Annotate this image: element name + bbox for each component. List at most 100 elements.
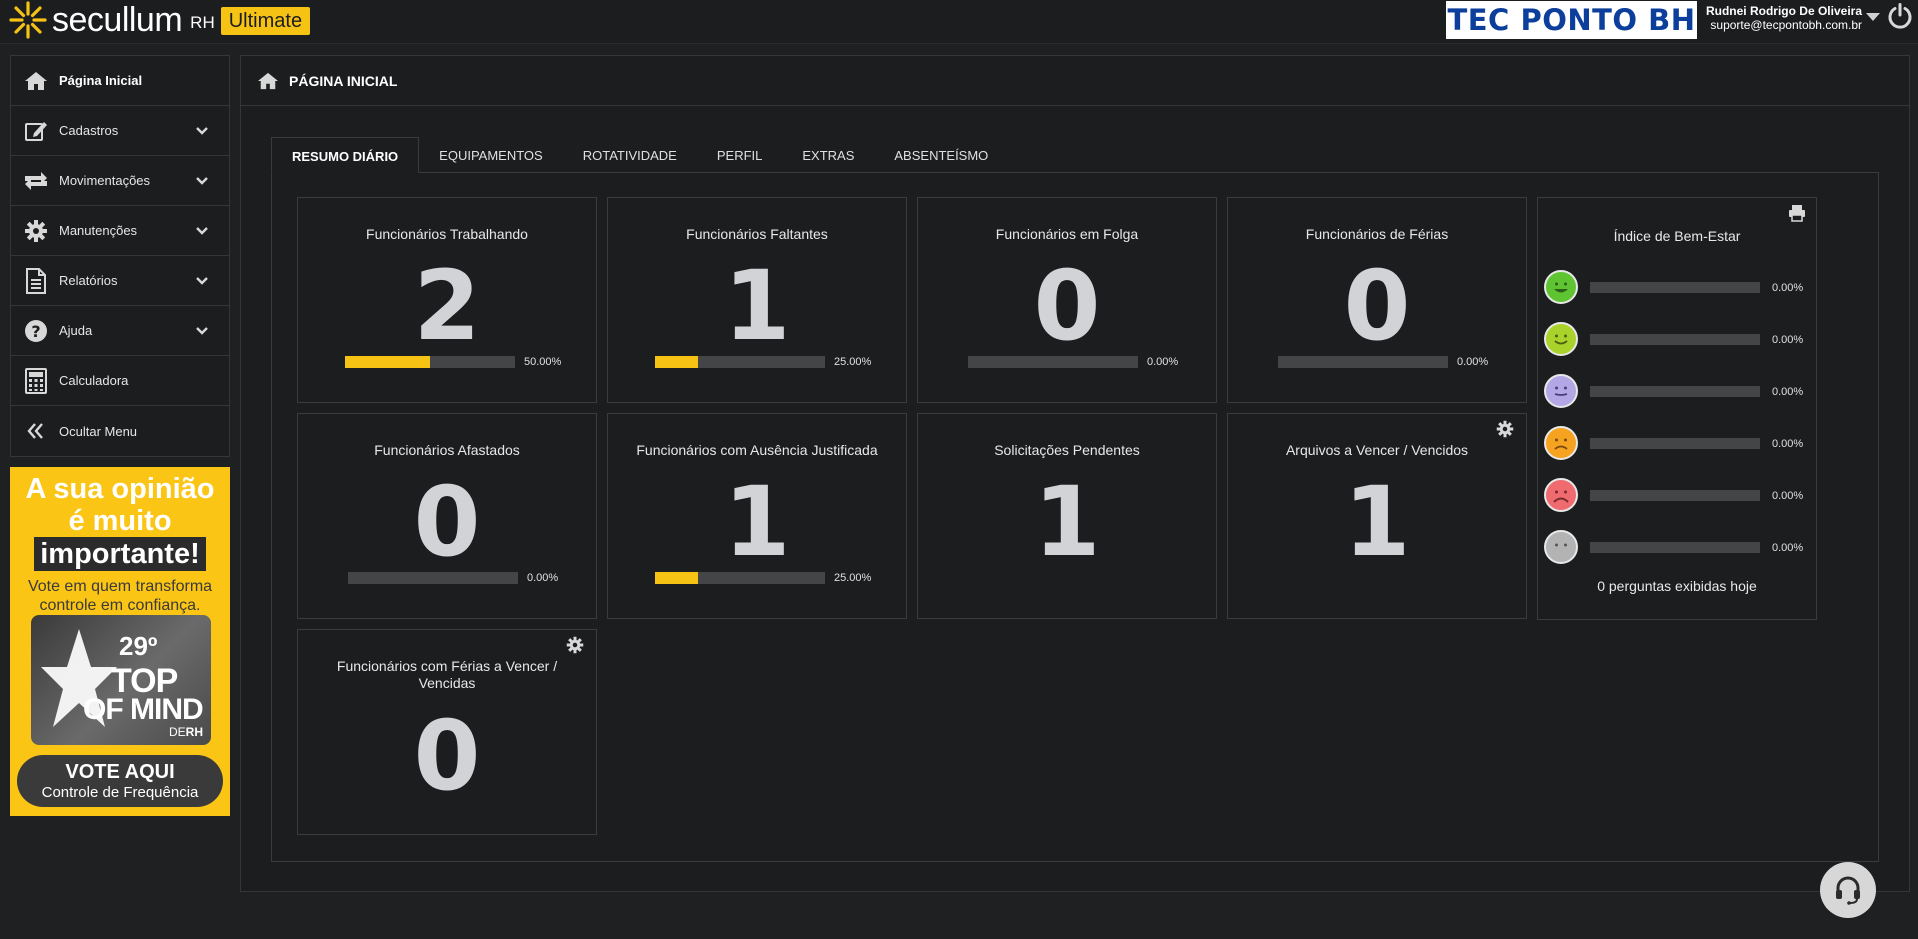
badge-rh: RH: [185, 725, 204, 739]
sun-logo-icon: [9, 1, 47, 39]
sidebar-item-label: Página Inicial: [59, 73, 143, 88]
card-value: 1: [723, 466, 791, 578]
sidebar-item-label: Ajuda: [59, 323, 93, 338]
wellbeing-bar: [1590, 334, 1760, 345]
banner-line-2: é muito: [68, 505, 172, 537]
sidebar-item-ajuda[interactable]: ? Ajuda: [11, 306, 229, 356]
progress-bar: [348, 572, 518, 584]
badge-de-rh: DERH: [169, 725, 203, 739]
progress-bar-fill: [655, 572, 698, 584]
wellbeing-percent: 0.00%: [1772, 490, 1804, 502]
caret-down-icon[interactable]: [1866, 13, 1880, 21]
svg-text:?: ?: [31, 322, 40, 341]
sidebar-item-label: Calculadora: [59, 373, 129, 388]
tab-equipamentos[interactable]: EQUIPAMENTOS: [419, 137, 563, 173]
wellbeing-percent: 0.00%: [1772, 282, 1804, 294]
card-indice-bem-estar[interactable]: Índice de Bem-Estar 0.00% 0.00% 0.00% 0.…: [1537, 197, 1817, 620]
tab-rotatividade[interactable]: ROTATIVIDADE: [563, 137, 697, 173]
wellbeing-row-neutral: 0.00%: [1544, 374, 1814, 408]
user-menu[interactable]: Rudnei Rodrigo De Oliveira suporte@tecpo…: [1700, 4, 1862, 32]
progress-bar: [655, 356, 825, 368]
vote-button[interactable]: VOTE AQUI Controle de Frequência: [17, 755, 223, 807]
gear-icon[interactable]: [566, 636, 584, 654]
user-email: suporte@tecpontobh.com.br: [1710, 18, 1862, 32]
print-icon[interactable]: [1788, 204, 1806, 222]
wellbeing-percent: 0.00%: [1772, 542, 1804, 554]
wellbeing-bar: [1590, 490, 1760, 501]
banner-subtitle: Vote em quem transforma controle em conf…: [27, 578, 213, 614]
tab-extras[interactable]: EXTRAS: [782, 137, 874, 173]
sidebar-item-relatorios[interactable]: Relatórios: [11, 256, 229, 306]
double-chevron-left-icon: [23, 418, 49, 444]
banner-line-1: A sua opinião: [25, 473, 215, 505]
card-value: 1: [723, 250, 791, 362]
tab-resumo-diario[interactable]: RESUMO DIÁRIO: [271, 137, 420, 173]
card-funcionarios-afastados[interactable]: Funcionários Afastados 0 0.00%: [297, 413, 597, 619]
card-value: 0: [413, 466, 481, 578]
wellbeing-row-sad: 0.00%: [1544, 426, 1814, 460]
card-title-line-2: Vencidas: [418, 675, 476, 691]
sidebar-item-label: Manutenções: [59, 223, 138, 238]
support-chat-button[interactable]: [1820, 862, 1876, 918]
card-funcionarios-ausencia-justificada[interactable]: Funcionários com Ausência Justificada 1 …: [607, 413, 907, 619]
progress-bar: [655, 572, 825, 584]
tab-absenteismo[interactable]: ABSENTEÍSMO: [874, 137, 1008, 173]
card-title: Funcionários em Folga: [995, 226, 1139, 242]
gear-icon[interactable]: [1496, 420, 1514, 438]
power-icon[interactable]: [1886, 2, 1914, 30]
sidebar-item-label: Cadastros: [59, 123, 119, 138]
card-ferias-a-vencer[interactable]: Funcionários com Férias a Vencer / Venci…: [297, 629, 597, 835]
chevron-down-icon: [196, 327, 208, 335]
tab-perfil[interactable]: PERFIL: [697, 137, 783, 173]
tab-panel-resumo-diario: Funcionários Trabalhando 2 50.00% Funcio…: [271, 172, 1879, 862]
vote-sublabel: Controle de Frequência: [41, 784, 199, 801]
banner-line-3: importante!: [34, 537, 206, 571]
card-title: Funcionários Afastados: [374, 442, 520, 458]
card-title: Funcionários de Férias: [1305, 226, 1449, 242]
main-header: PÁGINA INICIAL: [241, 56, 1909, 106]
brand-name: secullum: [52, 1, 183, 39]
card-title: Arquivos a Vencer / Vencidos: [1285, 442, 1469, 458]
progress-percent: 0.00%: [1457, 356, 1489, 368]
wellbeing-bar: [1590, 438, 1760, 449]
very-happy-face-icon: [1544, 270, 1578, 304]
card-funcionarios-em-folga[interactable]: Funcionários em Folga 0 0.00%: [917, 197, 1217, 403]
wellbeing-row-very-happy: 0.00%: [1544, 270, 1814, 304]
card-title: Funcionários Trabalhando: [366, 226, 528, 242]
progress-percent: 25.00%: [834, 356, 872, 368]
progress-percent: 0.00%: [1147, 356, 1179, 368]
headset-icon: [1836, 876, 1860, 905]
no-answer-face-icon: [1544, 530, 1578, 564]
card-value: 1: [1343, 466, 1411, 578]
sidebar-item-calculadora[interactable]: Calculadora: [11, 356, 229, 406]
progress-percent: 25.00%: [834, 572, 872, 584]
sidebar-item-manutencoes[interactable]: Manutenções: [11, 206, 229, 256]
card-funcionarios-trabalhando[interactable]: Funcionários Trabalhando 2 50.00%: [297, 197, 597, 403]
card-value: 0: [413, 700, 481, 812]
brand[interactable]: secullum RH Ultimate: [8, 1, 311, 39]
user-name: Rudnei Rodrigo De Oliveira: [1705, 4, 1862, 18]
wellbeing-bar: [1590, 282, 1760, 293]
home-icon: [23, 68, 49, 94]
chevron-down-icon: [196, 227, 208, 235]
card-solicitacoes-pendentes[interactable]: Solicitações Pendentes 1: [917, 413, 1217, 619]
page-title: PÁGINA INICIAL: [289, 72, 398, 89]
card-title: Funcionários com Ausência Justificada: [636, 442, 878, 458]
sidebar-item-movimentacoes[interactable]: Movimentações: [11, 156, 229, 206]
sidebar-item-pagina-inicial[interactable]: Página Inicial: [11, 56, 229, 106]
sidebar-item-cadastros[interactable]: Cadastros: [11, 106, 229, 156]
document-icon: [23, 267, 49, 294]
card-arquivos-a-vencer[interactable]: Arquivos a Vencer / Vencidos 1: [1227, 413, 1527, 619]
progress-bar: [968, 356, 1138, 368]
sidebar-item-ocultar-menu[interactable]: Ocultar Menu: [11, 406, 229, 456]
card-funcionarios-de-ferias[interactable]: Funcionários de Férias 0 0.00%: [1227, 197, 1527, 403]
wellbeing-bar: [1590, 542, 1760, 553]
top-bar: secullum RH Ultimate TEC PONTO BH Rudnei…: [0, 0, 1918, 44]
home-icon: [258, 72, 278, 89]
card-title: Funcionários Faltantes: [686, 226, 828, 242]
vote-banner[interactable]: A sua opinião é muito importante! Vote e…: [10, 467, 230, 816]
card-funcionarios-faltantes[interactable]: Funcionários Faltantes 1 25.00%: [607, 197, 907, 403]
wellbeing-row-very-sad: 0.00%: [1544, 478, 1814, 512]
wellbeing-percent: 0.00%: [1772, 334, 1804, 346]
wellbeing-percent: 0.00%: [1772, 386, 1804, 398]
